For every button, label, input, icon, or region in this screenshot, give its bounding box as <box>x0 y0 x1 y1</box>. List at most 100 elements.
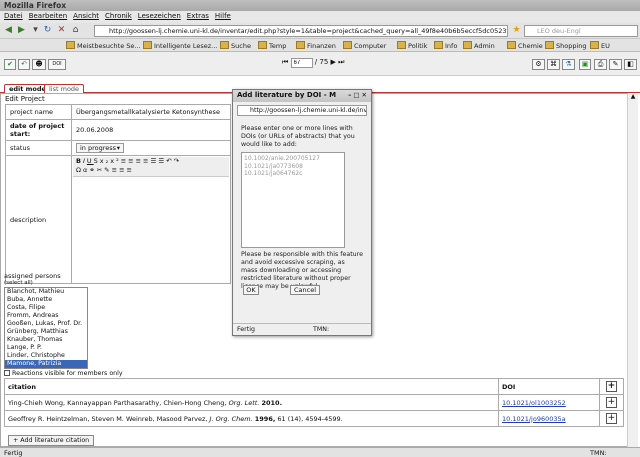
citation-pages: 61 (14), 4594-4599. <box>277 414 343 423</box>
forward-icon[interactable]: ▶ <box>16 25 27 36</box>
person-icon[interactable]: ☻ <box>32 59 46 70</box>
bookmark-item[interactable]: Info <box>434 41 457 50</box>
status-value: in progress <box>80 144 117 152</box>
search-box[interactable]: LEO deu-Engl <box>524 25 638 37</box>
statusbar: Fertig TMN: <box>0 447 640 457</box>
bookmark-item[interactable]: Admin <box>463 41 495 50</box>
description-editor[interactable] <box>73 177 229 281</box>
doi-icon[interactable]: DOI <box>48 59 66 70</box>
citation-journal: J. Org. Chem. <box>209 414 253 423</box>
dialog-statusbar: Fertig TMN: <box>233 323 371 335</box>
dropdown-icon[interactable]: ▾ <box>30 25 41 36</box>
bookmark-item[interactable]: Politik <box>397 41 427 50</box>
menu-bearbeiten[interactable]: Bearbeiten <box>29 12 67 22</box>
reload-icon[interactable]: ↻ <box>42 25 53 36</box>
list-item[interactable]: Grünberg, Matthias <box>5 328 87 336</box>
tool-icon-7[interactable]: ◧ <box>624 59 637 70</box>
plus-icon: + <box>13 437 19 444</box>
bookmark-item[interactable]: Suche <box>220 41 251 50</box>
list-item[interactable]: Buba, Annette <box>5 296 87 304</box>
menu-extras[interactable]: Extras <box>187 12 209 22</box>
bookmark-item[interactable]: Computer <box>343 41 386 50</box>
menu-hilfe[interactable]: Hilfe <box>215 12 231 22</box>
close-icon[interactable]: ✕ <box>362 91 369 99</box>
bookmark-item[interactable]: Finanzen <box>296 41 336 50</box>
subscript-icon[interactable]: x₂ <box>100 157 110 165</box>
doi-link[interactable]: 10.1021/jo960035a <box>502 415 566 423</box>
dialog-instructions: Please enter one or more lines with DOIs… <box>241 125 355 148</box>
align-icon[interactable]: ≡≡≡≡ <box>121 157 151 165</box>
home-icon[interactable]: ⌂ <box>70 25 81 36</box>
stop-icon[interactable]: ✕ <box>56 25 67 36</box>
add-row-button[interactable]: + <box>605 381 617 392</box>
bookmark-item[interactable]: Chemie <box>507 41 543 50</box>
doi-line: 10.1021/ja0773608 <box>244 162 303 170</box>
bookmark-item[interactable]: Temp <box>258 41 286 50</box>
menu-datei[interactable]: Datei <box>4 12 23 22</box>
underline-icon[interactable]: U <box>87 157 94 165</box>
bookmark-item[interactable]: EU <box>590 41 610 50</box>
save-check-icon[interactable]: ✔ <box>4 59 16 70</box>
tool-icon-2[interactable]: ⌘ <box>547 59 560 70</box>
url-bar[interactable]: http://goossen-lj.chemie.uni-kl.de/inven… <box>94 25 508 37</box>
record-pager: ⏮ / 75 ▶ ⏭ <box>282 58 344 68</box>
tool-icon-6[interactable]: ✎ <box>609 59 622 70</box>
tab-list-mode[interactable]: list mode <box>44 84 85 93</box>
menu-lesezeichen[interactable]: Lesezeichen <box>138 12 181 22</box>
first-record-icon[interactable]: ⏮ <box>282 58 288 66</box>
bookmark-star-icon[interactable]: ★ <box>511 25 522 36</box>
menu-chronik[interactable]: Chronik <box>105 12 132 22</box>
back-icon[interactable]: ◀ <box>3 25 14 36</box>
editor-toolbar: BIUSx₂x²≡≡≡≡☰☰↶↷ Ωα⚭✂✎≡≡≡ <box>73 157 229 177</box>
bookmark-item[interactable]: Intelligente Lesez... <box>143 41 217 50</box>
row-add-button[interactable]: + <box>605 397 617 408</box>
doi-link[interactable]: 10.1021/ol1003252 <box>502 399 566 407</box>
add-citation-button[interactable]: + Add literature citation <box>8 435 95 446</box>
table-row: Ying-Chieh Wong, Kannayappan Parthasarat… <box>4 394 625 411</box>
visibility-label: Reactions visible for members only <box>12 370 123 377</box>
doi-line: 10.1002/anie.200705127 <box>244 155 320 162</box>
ok-button[interactable]: OK <box>243 285 259 295</box>
tool-icon-5[interactable]: ⎙ <box>594 59 607 70</box>
format-icon[interactable]: ≡≡≡ <box>112 166 134 174</box>
list-item[interactable]: Lange, P. P. <box>5 344 87 352</box>
undo-icon[interactable]: ↶ <box>18 59 30 70</box>
doi-textarea[interactable]: 10.1002/anie.200705127 10.1021/ja0773608… <box>241 152 345 248</box>
list-item[interactable]: Blanchot, Mathieu <box>5 288 87 296</box>
symbol-icon[interactable]: Ω <box>76 166 83 174</box>
tool-icon-1[interactable]: ⚙ <box>532 59 545 70</box>
citation-header: citation <box>4 378 499 395</box>
link-icon[interactable]: ⚭ <box>89 166 96 174</box>
bold-icon[interactable]: B <box>76 157 83 165</box>
list-item[interactable]: Mamone, Patrizia <box>5 360 87 368</box>
superscript-icon[interactable]: x² <box>110 157 120 165</box>
tool-icon-3[interactable]: ⚗ <box>562 59 575 70</box>
visibility-checkbox[interactable] <box>4 370 10 376</box>
chevron-down-icon: ▾ <box>116 144 120 152</box>
select-all-link[interactable]: (select all) <box>4 280 33 286</box>
list-item[interactable]: Gooßen, Lukas, Prof. Dr. <box>5 320 87 328</box>
page-scrollbar[interactable]: ▲ <box>627 93 638 449</box>
status-select[interactable]: in progress ▾ <box>76 143 124 153</box>
highlight-icon[interactable]: ✎ <box>104 166 111 174</box>
list-item[interactable]: Fromm, Andreas <box>5 312 87 320</box>
row-add-button[interactable]: + <box>605 413 617 424</box>
bookmark-item[interactable]: Meistbesuchte Se... <box>66 41 141 50</box>
undo-editor-icon[interactable]: ↶↷ <box>166 157 181 165</box>
name-field[interactable]: Übergangsmetallkatalysierte Ketonsynthes… <box>71 104 231 120</box>
list-icon[interactable]: ☰☰ <box>151 157 167 165</box>
page-input[interactable] <box>290 58 313 68</box>
maximize-icon[interactable]: □ <box>353 91 361 99</box>
bookmark-item[interactable]: Shopping <box>545 41 587 50</box>
menu-ansicht[interactable]: Ansicht <box>73 12 99 22</box>
scroll-up-icon[interactable]: ▲ <box>628 93 638 100</box>
list-item[interactable]: Linder, Christophe <box>5 352 87 360</box>
members-listbox[interactable]: Blanchot, Mathieu Buba, Annette Costa, Fil… <box>4 287 88 369</box>
cancel-button[interactable]: Cancel <box>290 285 320 295</box>
last-record-icon[interactable]: ⏭ <box>338 58 344 66</box>
list-item[interactable]: Knauber, Thomas <box>5 336 87 344</box>
tool-icon-4[interactable]: ▣ <box>579 59 591 70</box>
list-item[interactable]: Costa, Filipe <box>5 304 87 312</box>
next-record-icon[interactable]: ▶ <box>331 58 336 66</box>
date-field[interactable]: 20.06.2008 <box>71 119 231 141</box>
